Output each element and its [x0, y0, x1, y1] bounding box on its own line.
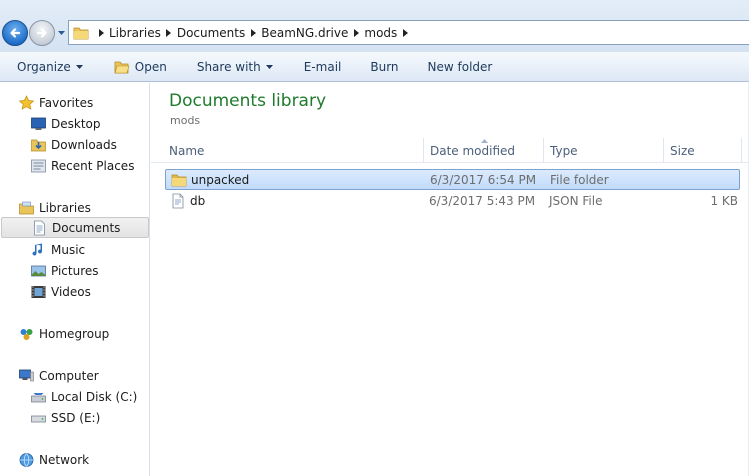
sidebar-item-label: Desktop — [51, 116, 101, 131]
chevron-down-icon — [75, 64, 83, 69]
column-header-size[interactable]: Size — [664, 138, 742, 163]
column-label: Date modified — [430, 143, 516, 158]
sidebar-item-pictures[interactable]: Pictures — [0, 260, 99, 281]
sidebar-item-favorites[interactable]: Favorites — [0, 92, 93, 113]
column-header-bar: Name Date modified Type Size — [151, 138, 749, 163]
column-label: Size — [670, 143, 695, 158]
forward-button[interactable] — [29, 20, 55, 46]
breadcrumb-documents[interactable]: Documents — [177, 26, 245, 40]
downloads-icon — [31, 139, 46, 151]
table-row[interactable]: db 6/3/2017 5:43 PM JSON File 1 KB — [165, 190, 740, 211]
sidebar-item-label: Recent Places — [51, 158, 135, 173]
open-folder-icon — [114, 61, 130, 73]
folder-icon — [171, 174, 187, 186]
burn-label: Burn — [370, 59, 399, 74]
breadcrumb-mods[interactable]: mods — [364, 26, 397, 40]
sidebar-item-label: Local Disk (C:) — [51, 389, 138, 404]
homegroup-icon — [20, 328, 33, 340]
folder-icon — [73, 27, 89, 39]
organize-button[interactable]: Organize — [17, 52, 83, 81]
back-button[interactable] — [2, 20, 28, 46]
file-name: db — [190, 193, 206, 208]
breadcrumb-chevron-icon[interactable] — [163, 27, 175, 39]
organize-label: Organize — [17, 59, 71, 74]
libraries-icon — [19, 201, 34, 214]
sidebar-item-label: Videos — [51, 284, 91, 299]
sidebar-item-label: Libraries — [39, 200, 91, 215]
file-name: unpacked — [191, 172, 250, 187]
sidebar-item-desktop[interactable]: Desktop — [0, 113, 101, 134]
sidebar-item-label: Computer — [39, 368, 99, 383]
table-row[interactable]: unpacked 6/3/2017 6:54 PM File folder — [165, 169, 740, 190]
computer-icon — [19, 369, 34, 381]
file-type: JSON File — [549, 193, 603, 208]
sidebar-item-videos[interactable]: Videos — [0, 281, 91, 302]
file-type: File folder — [550, 172, 609, 187]
column-label: Name — [169, 143, 205, 158]
navigation-pane: Favorites Desktop Downloads Recent Place… — [0, 83, 150, 476]
library-subtitle: mods — [170, 114, 201, 127]
column-header-type[interactable]: Type — [544, 138, 664, 163]
chevron-down-icon — [265, 64, 273, 69]
recent-places-icon — [31, 159, 46, 172]
burn-button[interactable]: Burn — [370, 52, 398, 81]
sort-indicator-icon — [481, 139, 488, 143]
sidebar-item-homegroup[interactable]: Homegroup — [0, 323, 109, 344]
share-with-button[interactable]: Share with — [197, 52, 273, 81]
sidebar-item-music[interactable]: Music — [0, 239, 85, 260]
command-bar: Organize Open Share with E-mail Burn New… — [0, 52, 749, 82]
network-icon — [19, 452, 34, 467]
column-label: Type — [550, 143, 578, 158]
file-icon — [172, 193, 184, 208]
new-folder-button[interactable]: New folder — [428, 52, 493, 81]
sidebar-item-libraries[interactable]: Libraries — [0, 197, 91, 218]
breadcrumb-chevron-icon[interactable] — [95, 27, 107, 39]
open-button[interactable]: Open — [114, 52, 167, 81]
file-date: 6/3/2017 6:54 PM — [430, 172, 537, 187]
file-list-pane: Documents library mods Name Date modifie… — [151, 83, 749, 476]
recent-pages-dropdown-icon[interactable] — [57, 29, 66, 37]
sidebar-item-ssd[interactable]: SSD (E:) — [0, 407, 100, 428]
breadcrumb-beamng[interactable]: BeamNG.drive — [261, 26, 348, 40]
breadcrumb-chevron-icon[interactable] — [247, 27, 259, 39]
sidebar-item-label: Documents — [52, 220, 121, 235]
star-icon — [18, 94, 35, 110]
sidebar-item-label: Downloads — [51, 137, 117, 152]
videos-icon — [31, 285, 46, 298]
sidebar-item-documents[interactable]: Documents — [1, 217, 149, 238]
sidebar-item-label: Network — [39, 452, 90, 467]
breadcrumb-chevron-icon[interactable] — [350, 27, 362, 39]
file-size: 1 KB — [710, 193, 738, 208]
new-folder-label: New folder — [427, 59, 493, 74]
file-date: 6/3/2017 5:43 PM — [429, 193, 536, 208]
sidebar-item-local-disk[interactable]: Local Disk (C:) — [0, 386, 137, 407]
open-label: Open — [134, 59, 167, 74]
address-bar[interactable]: Libraries Documents BeamNG.drive mods — [68, 20, 749, 45]
sidebar-item-computer[interactable]: Computer — [0, 365, 99, 386]
email-button[interactable]: E-mail — [304, 52, 342, 81]
sidebar-item-label: Homegroup — [39, 326, 110, 341]
sidebar-item-label: Favorites — [39, 95, 94, 110]
share-with-label: Share with — [196, 59, 261, 74]
email-label: E-mail — [303, 59, 342, 74]
column-header-name[interactable]: Name — [163, 138, 424, 163]
sidebar-item-label: SSD (E:) — [51, 410, 101, 425]
forward-arrow-icon — [36, 28, 47, 38]
desktop-icon — [31, 117, 46, 130]
documents-icon — [34, 220, 45, 235]
sidebar-item-label: Music — [51, 242, 86, 257]
page-title: Documents library — [169, 91, 327, 111]
music-icon — [32, 243, 43, 256]
address-area: Libraries Documents BeamNG.drive mods — [0, 0, 749, 52]
drive-icon — [31, 415, 46, 422]
pictures-icon — [31, 265, 46, 276]
breadcrumb-chevron-icon[interactable] — [399, 27, 411, 39]
breadcrumb-libraries[interactable]: Libraries — [109, 26, 161, 40]
sidebar-item-label: Pictures — [51, 263, 99, 278]
sidebar-item-network[interactable]: Network — [0, 449, 89, 470]
local-disk-icon — [31, 392, 46, 402]
sidebar-item-recent-places[interactable]: Recent Places — [0, 155, 134, 176]
sidebar-item-downloads[interactable]: Downloads — [0, 134, 117, 155]
back-arrow-icon — [10, 28, 21, 38]
